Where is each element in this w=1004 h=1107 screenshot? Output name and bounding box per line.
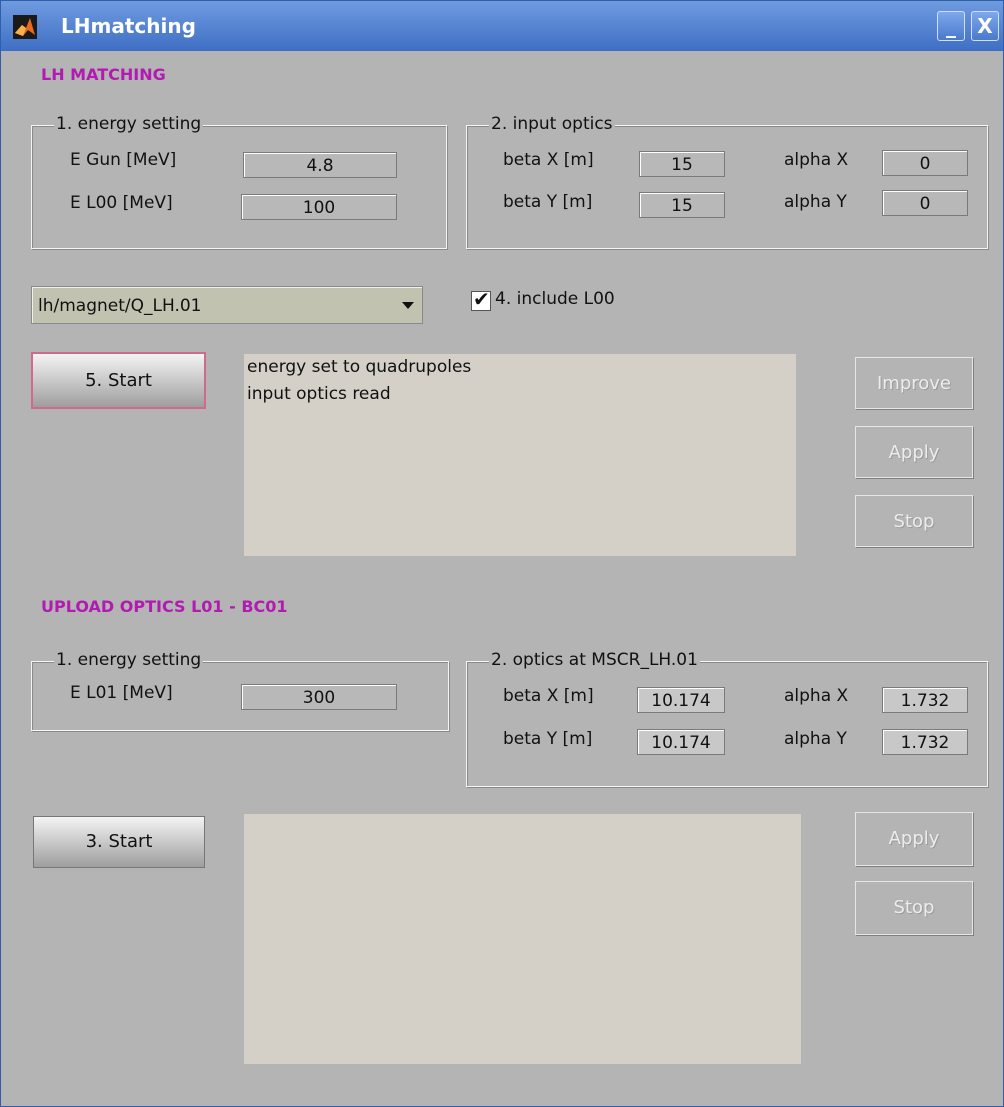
close-button[interactable]: X <box>971 11 999 41</box>
upload-betax-field[interactable]: 10.174 <box>637 687 725 713</box>
magnet-select-value: lh/magnet/Q_LH.01 <box>38 296 202 316</box>
energy-setting-legend: 1. energy setting <box>54 114 204 134</box>
upload-log-output[interactable] <box>244 814 801 1064</box>
msc-optics-group: 2. optics at MSCR_LH.01 beta X [m] 10.17… <box>466 650 988 787</box>
upload-alphay-field[interactable]: 1.732 <box>882 729 968 755</box>
title-bar[interactable]: LHmatching _ X <box>1 1 1003 51</box>
stop-button[interactable]: Stop <box>855 495 973 547</box>
lh-matching-title: LH MATCHING <box>41 65 166 84</box>
input-optics-legend: 2. input optics <box>489 114 615 134</box>
upload-alphax-field[interactable]: 1.732 <box>882 687 968 713</box>
input-optics-group: 2. input optics beta X [m] 15 alpha X 0 … <box>466 114 988 249</box>
upload-betay-label: beta Y [m] <box>503 729 593 749</box>
minimize-icon: _ <box>946 14 956 38</box>
alphax-label: alpha X <box>784 150 849 170</box>
egun-field[interactable]: 4.8 <box>243 152 397 178</box>
energy-setting-group: 1. energy setting E Gun [MeV] 4.8 E L00 … <box>31 114 447 249</box>
window-title: LHmatching <box>61 14 196 38</box>
upload-alphay-label: alpha Y <box>784 729 847 749</box>
log-line: input optics read <box>247 384 391 404</box>
betay-field[interactable]: 15 <box>639 192 725 218</box>
upload-betax-label: beta X [m] <box>503 686 594 706</box>
el01-field[interactable]: 300 <box>241 684 397 710</box>
alphax-field[interactable]: 0 <box>882 150 968 176</box>
betax-field[interactable]: 15 <box>639 151 725 177</box>
improve-button[interactable]: Improve <box>855 357 973 409</box>
alphay-label: alpha Y <box>784 192 847 212</box>
include-l00-checkbox[interactable]: ✔ <box>471 287 491 311</box>
msc-optics-legend: 2. optics at MSCR_LH.01 <box>489 650 700 670</box>
start-button-3[interactable]: 3. Start <box>33 816 205 868</box>
alphay-field[interactable]: 0 <box>882 190 968 216</box>
egun-label: E Gun [MeV] <box>70 150 177 170</box>
upload-optics-title: UPLOAD OPTICS L01 - BC01 <box>41 597 288 616</box>
upload-energy-group: 1. energy setting E L01 [MeV] 300 <box>31 650 449 731</box>
apply-button[interactable]: Apply <box>855 426 973 478</box>
betay-label: beta Y [m] <box>503 192 593 212</box>
matlab-logo-icon <box>13 15 37 39</box>
upload-stop-button[interactable]: Stop <box>855 881 973 935</box>
magnet-select[interactable]: lh/magnet/Q_LH.01 <box>31 286 423 324</box>
lh-log-output[interactable]: energy set to quadrupoles input optics r… <box>244 354 796 556</box>
betax-label: beta X [m] <box>503 150 594 170</box>
checkmark-icon: ✔ <box>473 287 490 311</box>
upload-energy-legend: 1. energy setting <box>54 650 204 670</box>
lhmatching-window: LHmatching _ X LH MATCHING 1. energy set… <box>0 0 1004 1107</box>
upload-alphax-label: alpha X <box>784 686 849 706</box>
chevron-down-icon <box>402 302 414 309</box>
el01-label: E L01 [MeV] <box>70 683 173 703</box>
close-icon: X <box>977 14 993 38</box>
upload-apply-button[interactable]: Apply <box>855 812 973 866</box>
include-l00-label: 4. include L00 <box>495 289 615 309</box>
el00-label: E L00 [MeV] <box>70 193 173 213</box>
log-line: energy set to quadrupoles <box>247 357 472 377</box>
start-button-5[interactable]: 5. Start <box>31 352 206 409</box>
minimize-button[interactable]: _ <box>937 11 965 41</box>
upload-betay-field[interactable]: 10.174 <box>637 729 725 755</box>
el00-field[interactable]: 100 <box>241 194 397 220</box>
